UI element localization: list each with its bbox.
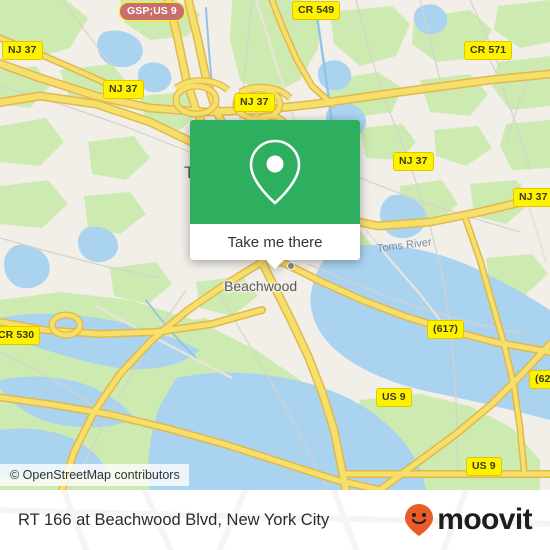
road-shield-us9-south[interactable]: US 9 xyxy=(466,457,502,476)
road-shield-nj37-east[interactable]: NJ 37 xyxy=(393,152,434,171)
moovit-pin-logo-icon xyxy=(405,504,434,536)
road-shield-us9-mid[interactable]: US 9 xyxy=(376,388,412,407)
moovit-brand[interactable]: moovit xyxy=(404,503,533,537)
road-shield-nj37-west[interactable]: NJ 37 xyxy=(2,41,43,60)
osm-attribution[interactable]: © OpenStreetMap contributors xyxy=(0,464,189,486)
place-label-beachwood: Beachwood xyxy=(224,278,298,294)
road-shield-gsp-us9[interactable]: GSP;US 9 xyxy=(119,2,185,21)
city-dot-beachwood xyxy=(287,262,295,270)
road-shield-nj37-far-east[interactable]: NJ 37 xyxy=(513,188,550,207)
road-shield-nj37-northwest[interactable]: NJ 37 xyxy=(103,80,144,99)
road-shield-cr530[interactable]: CR 530 xyxy=(0,326,41,345)
road-shield-cr571[interactable]: CR 571 xyxy=(464,41,513,60)
map-screenshot: T Beachwood Toms River GSP;US 9 CR 549 C… xyxy=(0,0,550,550)
address-label: RT 166 at Beachwood Blvd, New York City xyxy=(18,510,330,529)
map-popup-callout[interactable]: Take me there xyxy=(190,120,360,269)
road-shield-cr549[interactable]: CR 549 xyxy=(292,1,341,20)
road-shield-nj37-north[interactable]: NJ 37 xyxy=(234,93,275,112)
take-me-there-button[interactable]: Take me there xyxy=(190,224,360,260)
map-canvas[interactable]: T Beachwood Toms River GSP;US 9 CR 549 C… xyxy=(0,0,550,490)
popup-header xyxy=(190,120,360,224)
take-me-there-label: Take me there xyxy=(227,233,323,251)
attribution-text: © OpenStreetMap contributors xyxy=(10,468,180,482)
footer-bar: RT 166 at Beachwood Blvd, New York City … xyxy=(0,490,550,550)
map-pin-icon xyxy=(249,139,301,205)
popup-tail xyxy=(265,259,285,269)
road-shield-62x[interactable]: (62 xyxy=(529,370,550,389)
moovit-wordmark: moovit xyxy=(437,503,532,536)
road-shield-617[interactable]: (617) xyxy=(427,320,465,339)
